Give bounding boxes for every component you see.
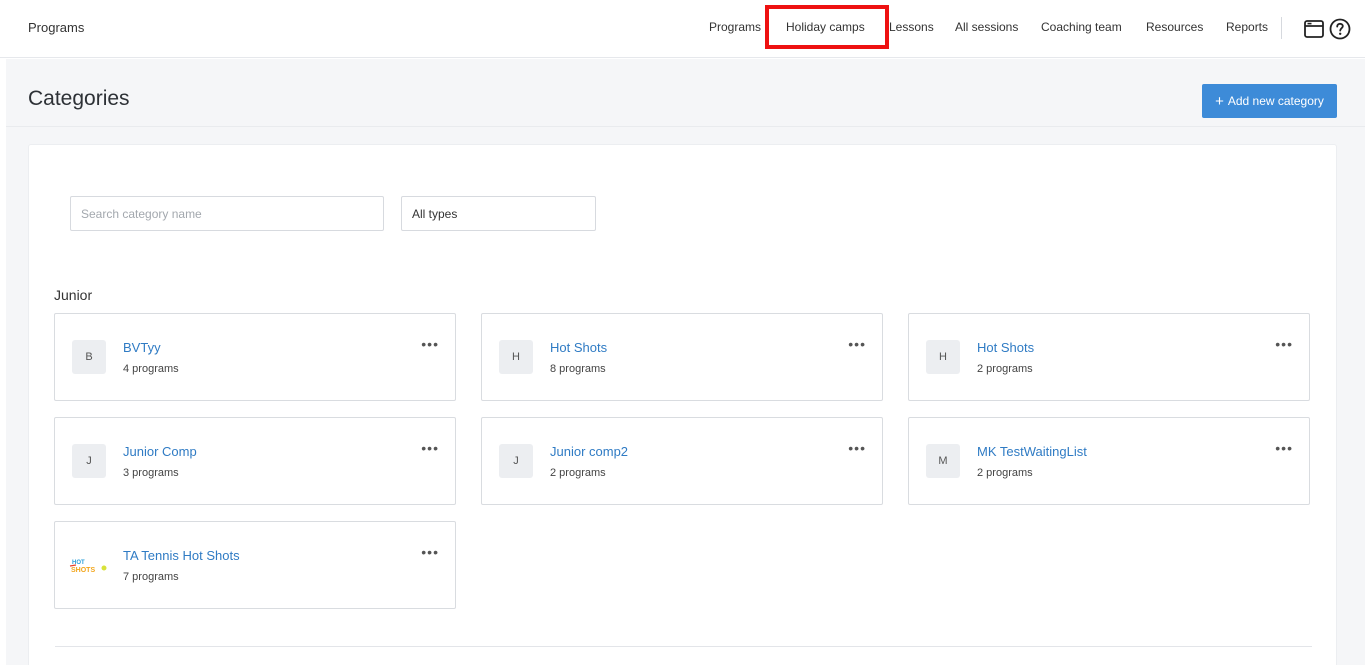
app-title: Programs <box>28 20 85 35</box>
category-name-link[interactable]: TA Tennis Hot Shots <box>123 548 240 563</box>
nav-holiday-camps[interactable]: Holiday camps <box>786 20 865 34</box>
category-card[interactable]: HOT SHOTS TA Tennis Hot Shots 7 programs… <box>54 521 456 609</box>
category-name-link[interactable]: Hot Shots <box>550 340 607 355</box>
type-filter-select[interactable]: All types <box>401 196 596 231</box>
main-content: Categories + Add new category All types … <box>6 59 1365 665</box>
more-options-icon[interactable]: ••• <box>1275 440 1293 456</box>
svg-text:SHOTS: SHOTS <box>71 567 95 574</box>
more-options-icon[interactable]: ••• <box>421 440 439 456</box>
header-divider <box>6 126 1365 127</box>
category-program-count: 8 programs <box>550 363 606 375</box>
plus-icon: + <box>1215 92 1224 110</box>
help-icon[interactable] <box>1328 17 1352 41</box>
add-new-category-label: Add new category <box>1227 94 1324 108</box>
nav-reports[interactable]: Reports <box>1226 20 1268 34</box>
category-avatar: B <box>72 340 106 374</box>
nav-programs[interactable]: Programs <box>709 20 761 34</box>
more-options-icon[interactable]: ••• <box>421 544 439 560</box>
category-program-count: 7 programs <box>123 571 179 583</box>
nav-lessons[interactable]: Lessons <box>889 20 934 34</box>
category-card[interactable]: J Junior Comp 3 programs ••• <box>54 417 456 505</box>
category-avatar: H <box>926 340 960 374</box>
category-program-count: 2 programs <box>977 467 1033 479</box>
category-program-count: 4 programs <box>123 363 179 375</box>
more-options-icon[interactable]: ••• <box>1275 336 1293 352</box>
nav-divider <box>1281 17 1282 39</box>
category-name-link[interactable]: MK TestWaitingList <box>977 444 1087 459</box>
category-card[interactable]: J Junior comp2 2 programs ••• <box>481 417 883 505</box>
nav-all-sessions[interactable]: All sessions <box>955 20 1018 34</box>
category-avatar: M <box>926 444 960 478</box>
category-card[interactable]: M MK TestWaitingList 2 programs ••• <box>908 417 1310 505</box>
category-card[interactable]: B BVTyy 4 programs ••• <box>54 313 456 401</box>
group-label-junior: Junior <box>54 287 93 303</box>
category-program-count: 2 programs <box>550 467 606 479</box>
page-title: Categories <box>28 87 130 110</box>
more-options-icon[interactable]: ••• <box>421 336 439 352</box>
category-name-link[interactable]: Hot Shots <box>977 340 1034 355</box>
category-name-link[interactable]: Junior Comp <box>123 444 197 459</box>
category-program-count: 2 programs <box>977 363 1033 375</box>
more-options-icon[interactable]: ••• <box>848 336 866 352</box>
category-card[interactable]: H Hot Shots 2 programs ••• <box>908 313 1310 401</box>
top-navigation-bar: Programs Programs Holiday camps Lessons … <box>0 0 1365 58</box>
category-avatar: J <box>499 444 533 478</box>
categories-panel: All types Junior B BVTyy 4 programs ••• … <box>28 144 1337 665</box>
category-program-count: 3 programs <box>123 467 179 479</box>
category-name-link[interactable]: BVTyy <box>123 340 161 355</box>
window-icon[interactable] <box>1302 17 1326 41</box>
category-avatar: H <box>499 340 533 374</box>
category-card[interactable]: H Hot Shots 8 programs ••• <box>481 313 883 401</box>
category-avatar: J <box>72 444 106 478</box>
category-name-link[interactable]: Junior comp2 <box>550 444 628 459</box>
add-new-category-button[interactable]: + Add new category <box>1202 84 1337 118</box>
type-filter-value: All types <box>412 206 458 221</box>
section-divider <box>55 646 1312 647</box>
search-category-input[interactable] <box>70 196 384 231</box>
nav-coaching-team[interactable]: Coaching team <box>1041 20 1122 34</box>
hot-shots-logo-icon: HOT SHOTS <box>68 552 110 578</box>
nav-resources[interactable]: Resources <box>1146 20 1203 34</box>
more-options-icon[interactable]: ••• <box>848 440 866 456</box>
